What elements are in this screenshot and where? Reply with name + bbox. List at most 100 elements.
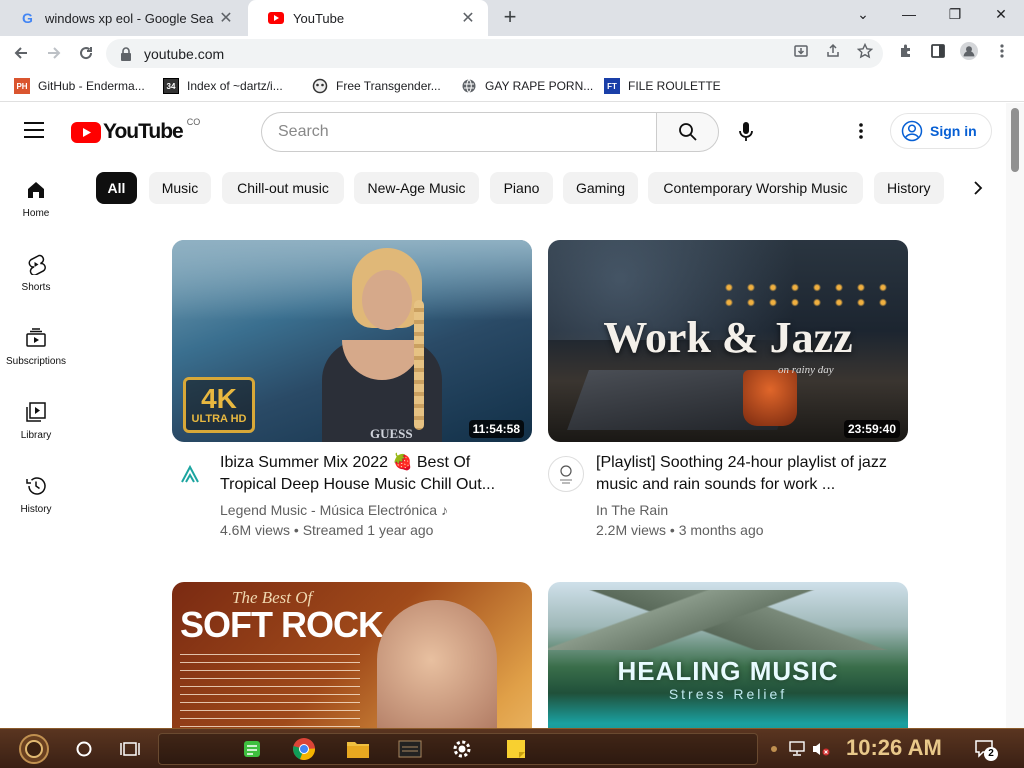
bookmark-item[interactable]: Free Transgender... [312,77,441,95]
forward-arrow-icon [48,47,61,59]
sticky-notes-icon[interactable] [502,733,530,765]
channel-name[interactable]: Legend Music - Música Electrónica ♪ [220,502,448,518]
start-orb-icon [19,734,49,764]
video-card[interactable]: GUESS 4K ULTRA HD 11:54:58 Ibiza Summer … [172,240,532,550]
bookmark-item[interactable]: PH GitHub - Enderma... [14,77,145,95]
volume-muted-icon[interactable] [810,733,832,765]
youtube-logo[interactable]: YouTube CO [71,117,200,144]
settings-more-icon[interactable] [859,123,863,144]
hardware-app-icon[interactable] [396,733,424,765]
extensions-icon[interactable] [897,42,915,60]
chip-chill-out-music[interactable]: Chill-out music [222,172,344,204]
sign-in-button[interactable]: Sign in [890,113,992,149]
channel-avatar[interactable] [172,456,208,492]
file-explorer-icon[interactable] [344,733,372,765]
bokeh-lights [718,280,898,310]
video-duration: 11:54:58 [468,420,524,438]
youtube-icon [268,10,284,26]
video-thumbnail[interactable]: GUESS 4K ULTRA HD 11:54:58 [172,240,532,442]
show-hidden-icons-icon[interactable] [768,733,780,765]
task-view-icon [120,742,140,756]
bookmark-item[interactable]: FT FILE ROULETTE [604,77,721,95]
minimize-button[interactable]: — [886,0,932,30]
back-arrow-icon [14,47,27,59]
chip-gaming[interactable]: Gaming [563,172,638,204]
bookmark-label: FILE ROULETTE [628,79,721,93]
tab-search-icon[interactable]: ⌄ [840,0,886,30]
back-button[interactable] [7,39,35,67]
ph-icon: PH [14,78,30,94]
close-tab-icon[interactable]: ✕ [214,8,238,28]
notes-app-icon[interactable] [238,733,266,765]
share-icon[interactable] [824,42,842,60]
page-scrollbar[interactable] [1006,103,1024,728]
close-window-button[interactable]: ✕ [978,0,1024,30]
video-card[interactable]: Work & Jazz on rainy day 23:59:40 [Playl… [548,240,908,550]
network-icon[interactable] [786,733,808,765]
install-app-icon[interactable] [792,42,810,60]
guide-item-library[interactable]: Library [0,381,72,455]
reload-icon [80,47,93,60]
badge-top-text: 4K [201,383,237,414]
tab-google-search[interactable]: G windows xp eol - Google Search ✕ [0,0,246,36]
search-button[interactable] [656,112,719,152]
close-tab-icon[interactable]: ✕ [456,8,480,28]
video-duration: 23:59:40 [843,420,900,438]
shorts-icon [28,254,46,275]
new-tab-button[interactable]: + [497,5,523,31]
bookmark-item[interactable]: 34 Index of ~dartz/i... [163,77,283,95]
video-metadata: 2.2M views • 3 months ago [596,522,764,538]
address-bar[interactable]: youtube.com [106,39,883,68]
scrollbar-thumb[interactable] [1011,108,1019,172]
chrome-icon[interactable] [290,733,318,765]
video-card[interactable]: HEALING MUSIC Stress Relief [548,582,908,728]
thumbnail-title: HEALING MUSIC [617,656,839,686]
chip-contemporary-worship-music[interactable]: Contemporary Worship Music [648,172,863,204]
chip-piano[interactable]: Piano [490,172,553,204]
lock-icon[interactable] [120,46,132,61]
chip-all[interactable]: All [96,172,137,204]
bookmark-item[interactable]: GAY RAPE PORN... [461,77,593,95]
settings-gear-icon[interactable] [448,733,476,765]
guide-item-history[interactable]: History [0,455,72,529]
video-title[interactable]: [Playlist] Soothing 24-hour playlist of … [596,452,896,496]
search-input[interactable]: Search [261,112,657,152]
video-title[interactable]: Ibiza Summer Mix 2022 🍓 Best Of Tropical… [220,452,520,496]
browser-menu-icon[interactable] [993,42,1011,60]
search-taskbar-button[interactable] [70,733,98,765]
video-thumbnail[interactable]: The Best Of SOFT ROCK [172,582,532,728]
video-thumbnail[interactable]: HEALING MUSIC Stress Relief [548,582,908,728]
side-panel-icon[interactable] [929,42,947,60]
reload-button[interactable] [72,39,100,67]
restore-button[interactable]: ❐ [932,0,978,30]
microphone-icon[interactable] [738,121,754,148]
coffee-cup [743,370,797,426]
guide-item-subscriptions[interactable]: Subscriptions [0,307,72,381]
taskbar-clock[interactable]: 10:26 AM [846,735,942,761]
bookmark-label: GitHub - Enderma... [38,79,145,93]
guide-item-shorts[interactable]: Shorts [0,233,72,307]
chip-new-age-music[interactable]: New-Age Music [354,172,479,204]
profile-icon[interactable] [960,42,978,60]
chevron-right-icon[interactable] [962,172,994,204]
chip-music[interactable]: Music [149,172,211,204]
forward-button[interactable] [40,39,68,67]
video-card[interactable]: The Best Of SOFT ROCK [172,582,532,728]
svg-text:G: G [22,10,33,26]
guide-item-home[interactable]: Home [0,159,72,233]
channel-avatar[interactable] [548,456,584,492]
bookmark-label: GAY RAPE PORN... [485,79,594,93]
tab-youtube[interactable]: YouTube ✕ [248,0,488,36]
start-button[interactable] [8,733,60,765]
hamburger-menu-icon[interactable] [24,121,48,141]
chip-history[interactable]: History [874,172,944,204]
channel-name[interactable]: In The Rain [596,502,668,518]
woman-figure: GUESS [322,240,442,442]
action-center-button[interactable]: 2 [970,733,1000,765]
video-thumbnail[interactable]: Work & Jazz on rainy day 23:59:40 [548,240,908,442]
task-view-button[interactable] [116,733,144,765]
bookmark-star-icon[interactable] [856,42,874,60]
bookmark-label: Free Transgender... [336,79,441,93]
taskbar: 10:26 AM 2 [0,728,1024,768]
tab-title: YouTube [293,10,345,26]
